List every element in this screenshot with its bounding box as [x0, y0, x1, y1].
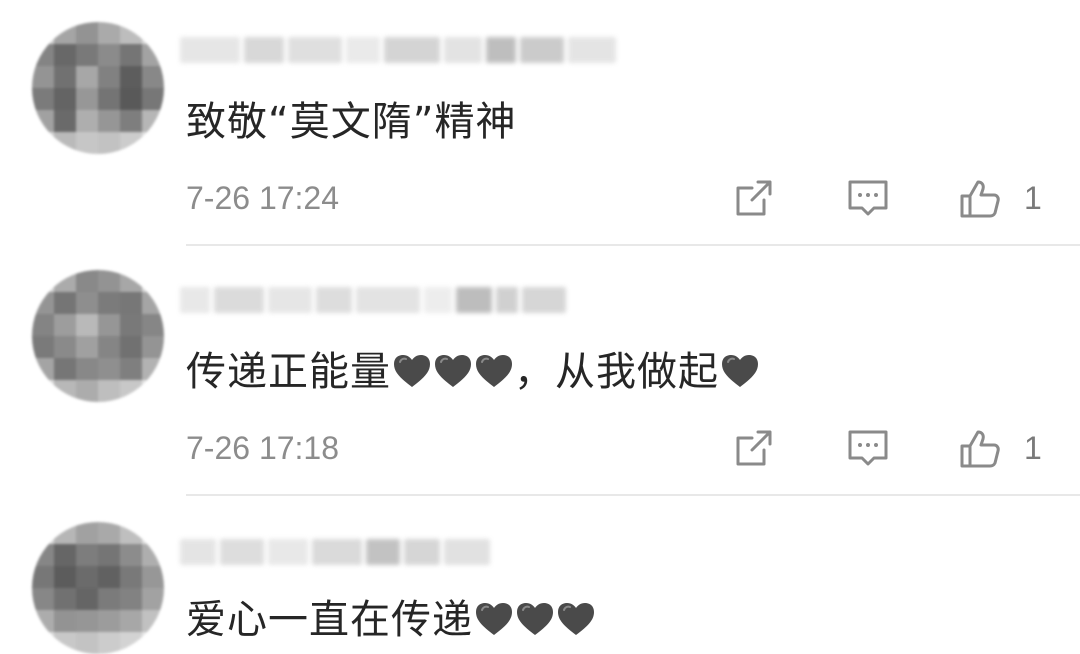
heart-emoji-icon [558, 603, 594, 635]
username-redacted[interactable] [180, 530, 494, 574]
comment-text: 爱心一直在传递 [186, 596, 596, 644]
heart-emoji-icon [476, 603, 512, 635]
comment-text-part: 爱心一直在传递 [186, 597, 473, 643]
comment-item: 爱心一直在传递 [0, 0, 1080, 654]
avatar[interactable] [32, 522, 164, 654]
heart-emoji-icon [517, 603, 553, 635]
